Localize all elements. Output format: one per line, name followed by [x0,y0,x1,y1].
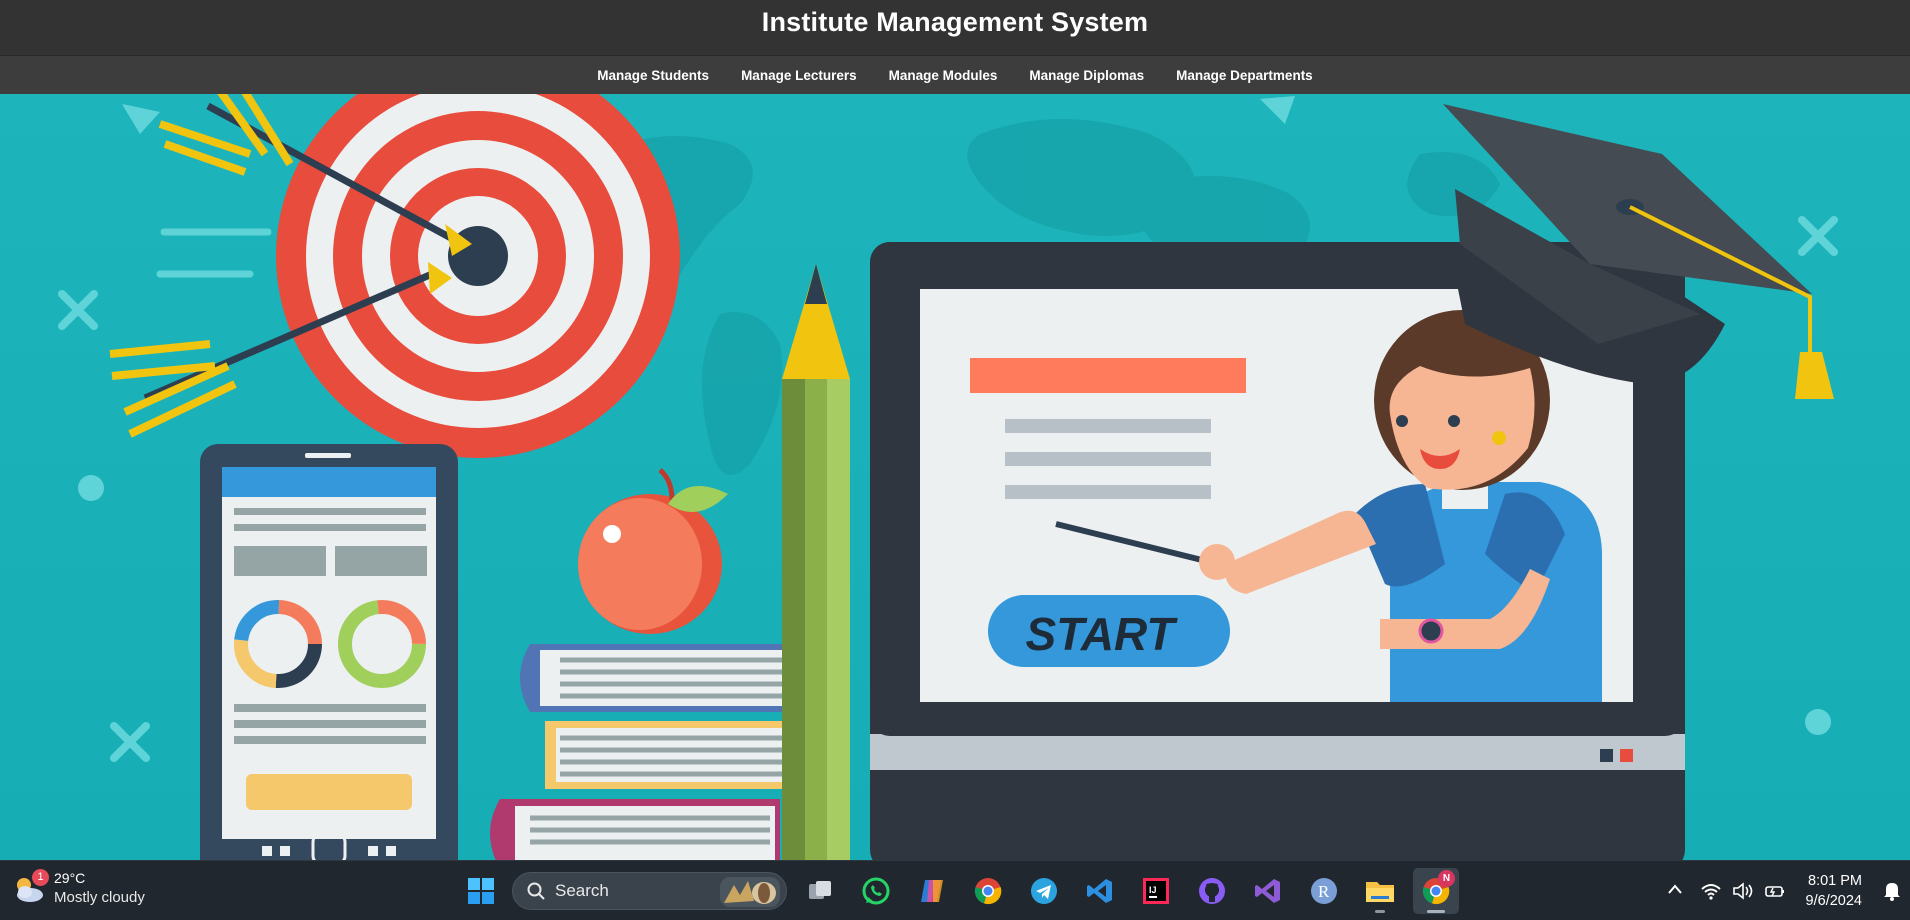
weather-condition: Mostly cloudy [54,889,145,906]
chevron-up-icon[interactable] [1660,882,1690,900]
windows-taskbar: 1 29°C Mostly cloudy Search IJ R N 8:01 … [0,860,1910,920]
clock[interactable]: 8:01 PM 9/6/2024 [1796,871,1874,911]
start-label: START [1025,608,1178,660]
volume-icon [1732,882,1752,900]
app-header: Institute Management System [0,0,1910,55]
weather-badge: 1 [32,869,49,886]
file-explorer-icon[interactable] [1357,868,1403,914]
education-illustration: START [58,94,1838,860]
notification-bell-icon[interactable] [1874,881,1910,901]
svg-text:R: R [1318,882,1330,901]
svg-text:IJ: IJ [1149,885,1157,895]
weather-widget[interactable]: 1 29°C Mostly cloudy [12,869,145,907]
page-title: Institute Management System [761,7,1149,37]
chrome-icon[interactable] [965,868,1011,914]
nav-manage-modules[interactable]: Manage Modules [873,56,1014,95]
github-icon[interactable] [1189,868,1235,914]
nav-manage-departments[interactable]: Manage Departments [1160,56,1329,95]
phone-illustration [200,444,458,860]
task-view-icon[interactable] [797,868,843,914]
search-icon [527,882,545,900]
copilot-icon[interactable] [909,868,955,914]
battery-icon [1764,886,1784,897]
whatsapp-icon[interactable] [853,868,899,914]
pencil-illustration [782,264,850,860]
r-icon[interactable]: R [1301,868,1347,914]
nav-manage-students[interactable]: Manage Students [581,56,725,95]
profile-badge: N [1438,870,1455,887]
system-tray: 8:01 PM 9/6/2024 [1660,861,1910,920]
nav-manage-lecturers[interactable]: Manage Lecturers [725,56,873,95]
clock-time: 8:01 PM [1808,873,1862,889]
weather-temp: 29°C [54,870,86,886]
telegram-icon[interactable] [1021,868,1067,914]
taskbar-search[interactable]: Search [512,872,787,910]
tray-quick-settings[interactable] [1690,881,1796,901]
books-and-apple [490,468,830,860]
cloudy-weather-icon: 1 [12,869,49,905]
intellij-icon[interactable]: IJ [1133,868,1179,914]
windows-logo-icon [468,878,494,904]
wifi-icon [1700,884,1721,900]
hero-banner: START [0,94,1910,860]
nav-manage-diplomas[interactable]: Manage Diplomas [1013,56,1160,95]
search-label: Search [555,881,609,900]
start-button[interactable] [460,870,502,912]
vscode-icon[interactable] [1077,868,1123,914]
chrome-profile-icon[interactable]: N [1413,868,1459,914]
search-highlight-icon [720,877,780,907]
running-indicator [1375,910,1385,913]
main-nav: Manage Students Manage Lecturers Manage … [0,55,1910,94]
clock-date: 9/6/2024 [1805,893,1862,909]
running-indicator [1427,910,1445,913]
visual-studio-icon[interactable] [1245,868,1291,914]
